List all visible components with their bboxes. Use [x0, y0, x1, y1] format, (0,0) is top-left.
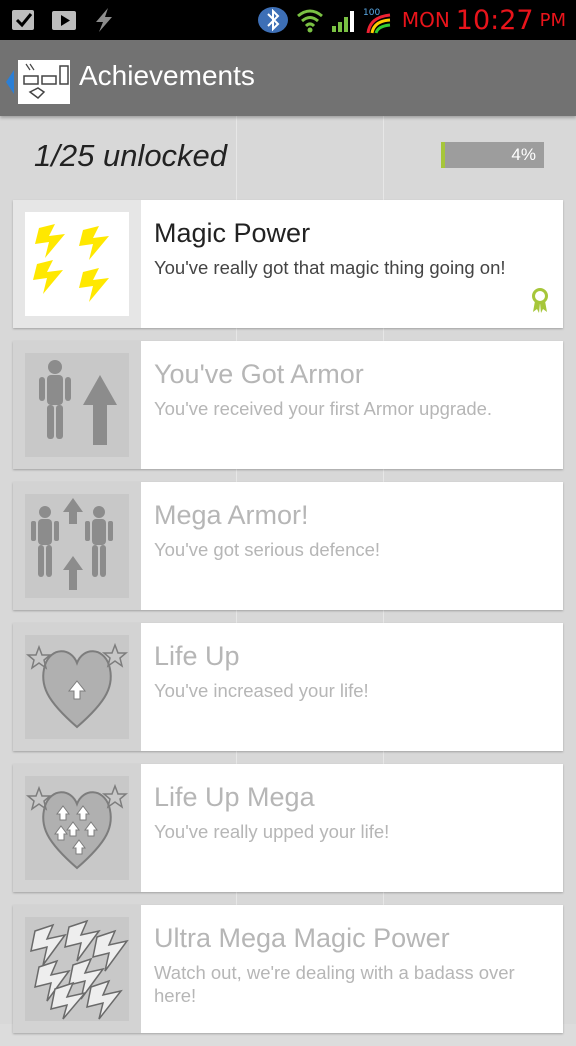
award-ribbon-icon: [532, 288, 548, 313]
status-time: 10:27: [455, 4, 534, 36]
checkbox-icon: [12, 10, 34, 30]
achievement-description: You've really got that magic thing going…: [154, 257, 506, 278]
achievement-list: Magic Power You've really got that magic…: [13, 200, 563, 1046]
status-ampm: PM: [539, 9, 566, 31]
achievement-card[interactable]: Life Up Mega You've really upped your li…: [13, 764, 563, 892]
heart-mega-icon: [25, 776, 129, 880]
status-bar: 100 MON 10:27 PM: [0, 0, 576, 40]
achievement-name: Mega Armor!: [154, 500, 309, 530]
play-store-icon: [52, 11, 76, 30]
achievement-description: Watch out, we're dealing with a badass o…: [154, 962, 515, 1006]
achievement-name: You've Got Armor: [154, 359, 364, 389]
heart-up-icon: [25, 635, 129, 739]
ultra-lightning-icon: [25, 917, 129, 1021]
achievement-description: You've got serious defence!: [154, 539, 381, 560]
achievement-name: Life Up: [154, 641, 240, 671]
data-icon: 100: [363, 8, 391, 34]
achievement-name: Life Up Mega: [154, 782, 315, 812]
progress-percent: 4%: [511, 145, 536, 164]
wifi-icon: [296, 9, 323, 33]
achievement-name: Magic Power: [154, 218, 311, 248]
mega-armor-icon: [25, 494, 129, 598]
achievement-card[interactable]: Life Up You've increased your life!: [13, 623, 563, 751]
back-up-icon[interactable]: [4, 58, 74, 106]
progress-bar: 4%: [441, 142, 544, 168]
lightning-icon: [25, 212, 129, 316]
page-title: Achievements: [79, 60, 255, 91]
achievement-description: You've really upped your life!: [154, 821, 390, 842]
status-day: MON: [401, 8, 450, 32]
progress-fill: [441, 142, 446, 168]
action-bar: Achievements: [0, 40, 576, 116]
flash-icon: [96, 8, 112, 32]
unlocked-count: 1/25 unlocked: [34, 138, 228, 173]
achievement-card[interactable]: Magic Power You've really got that magic…: [13, 200, 563, 328]
signal-icon: [331, 11, 354, 32]
bluetooth-icon: [257, 7, 288, 33]
armor-up-icon: [25, 353, 129, 457]
achievement-card[interactable]: You've Got Armor You've received your fi…: [13, 341, 563, 469]
achievement-card[interactable]: Mega Armor! You've got serious defence!: [13, 482, 563, 610]
svg-text:100: 100: [363, 8, 380, 18]
achievement-description: You've increased your life!: [154, 680, 369, 701]
achievement-description: You've received your first Armor upgrade…: [154, 398, 493, 419]
achievement-card[interactable]: Ultra Mega Magic Power Watch out, we're …: [13, 905, 563, 1033]
achievement-name: Ultra Mega Magic Power: [154, 923, 450, 953]
